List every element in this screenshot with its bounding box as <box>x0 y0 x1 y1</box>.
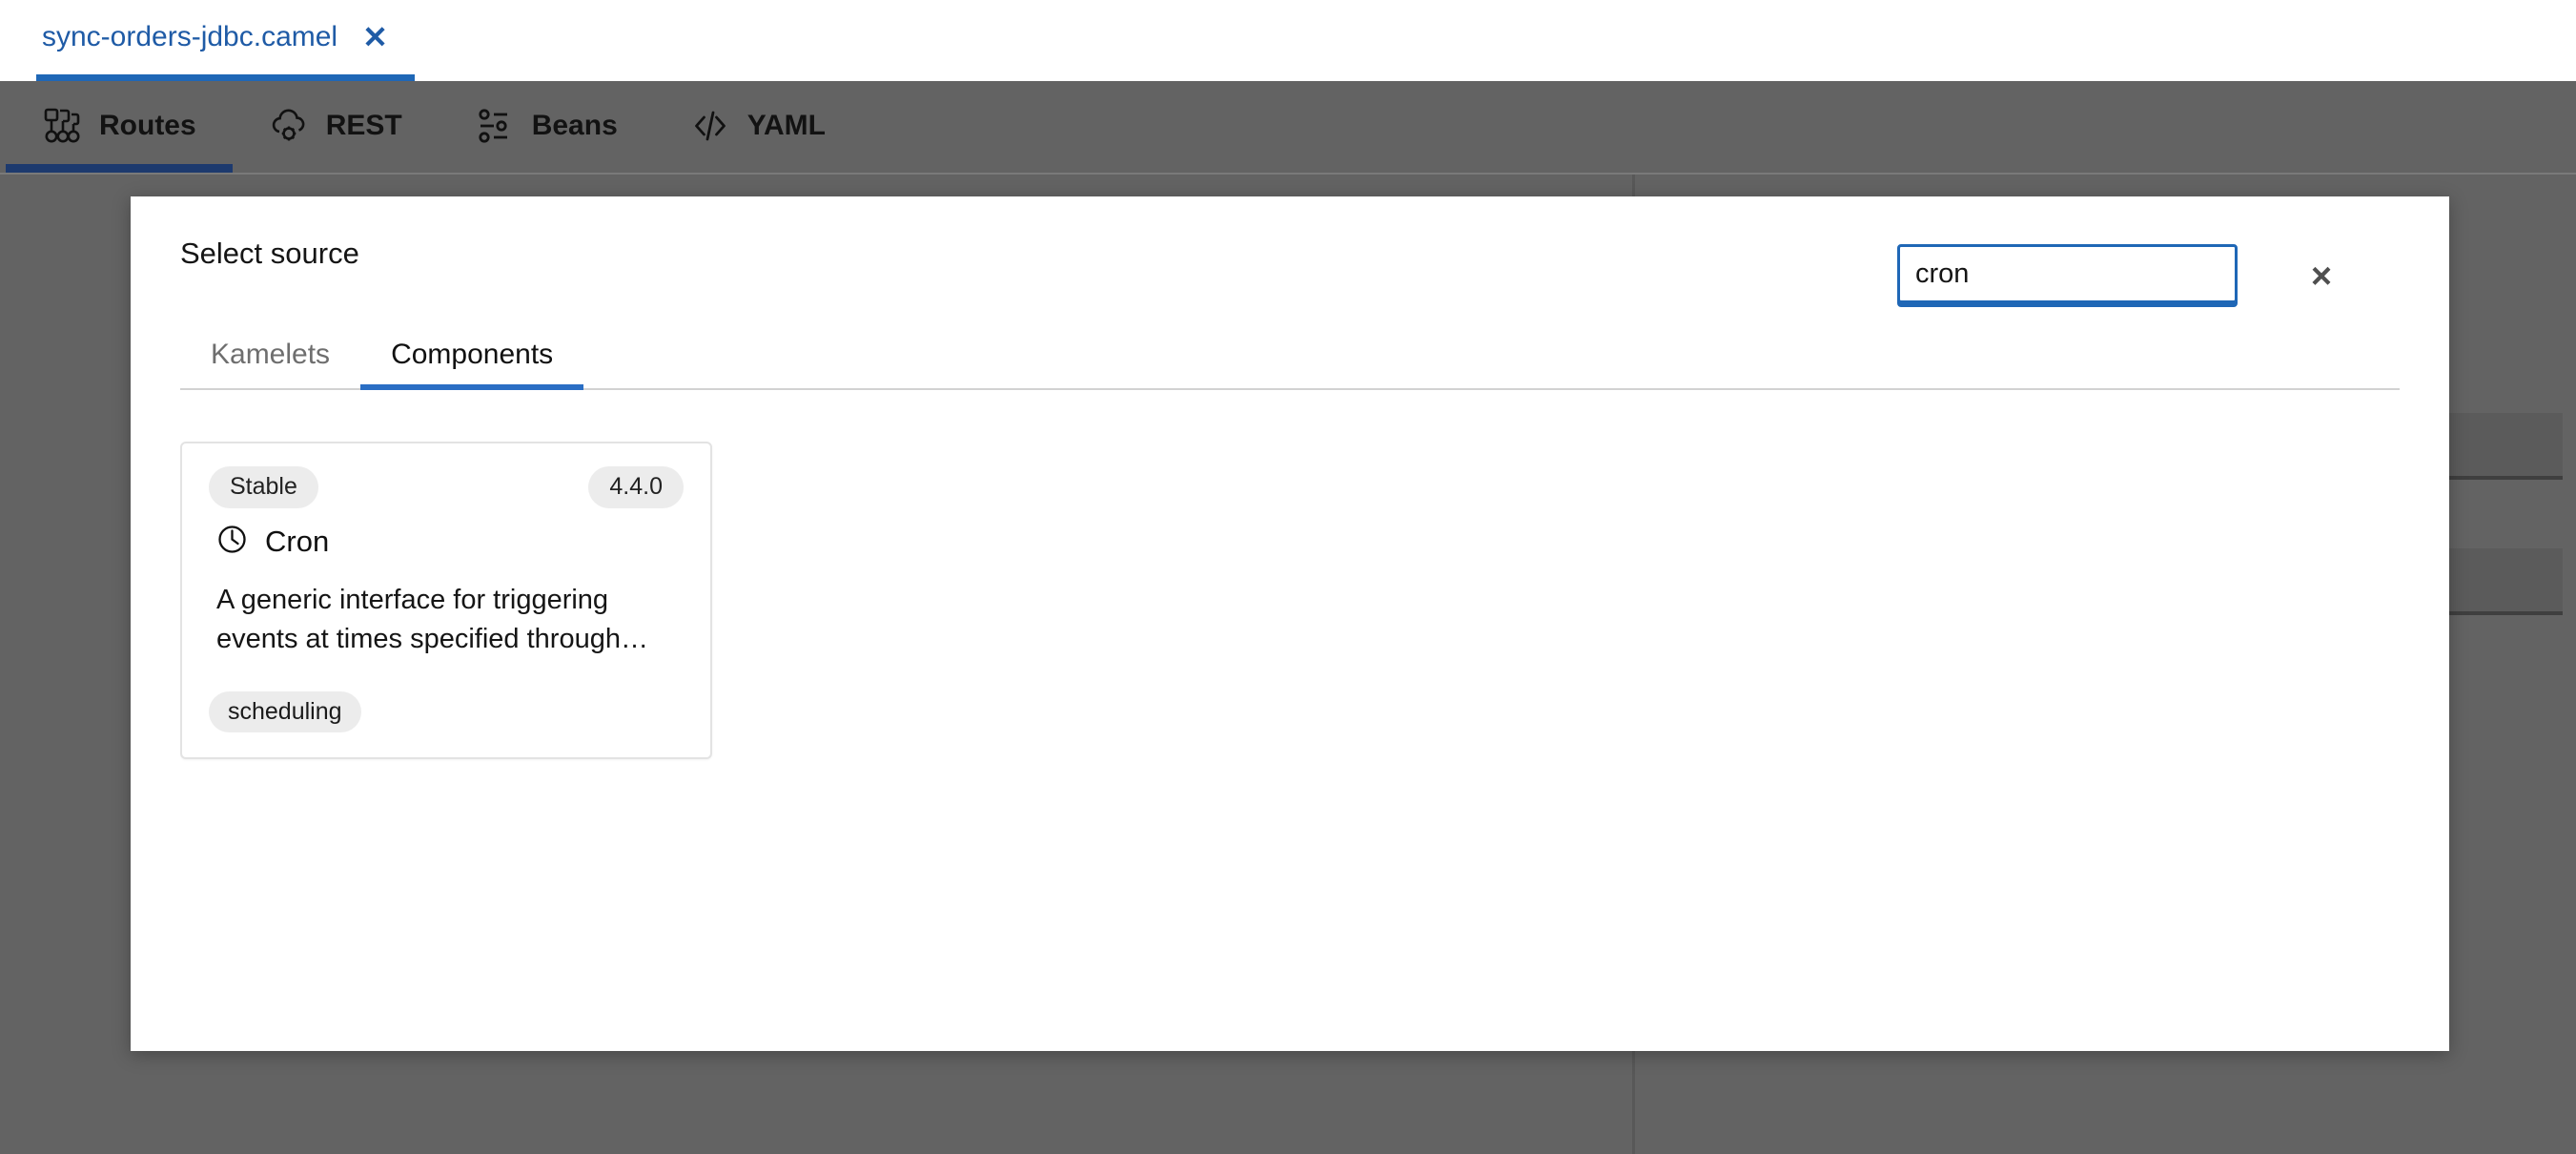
component-card-header: Stable 4.4.0 <box>209 466 684 508</box>
tab-routes-label: Routes <box>99 110 196 141</box>
component-name: Cron <box>265 524 330 558</box>
close-icon[interactable]: × <box>2300 256 2342 298</box>
component-tag: scheduling <box>209 690 361 733</box>
version-badge: 4.4.0 <box>588 466 684 508</box>
file-tab-strip: sync-orders-jdbc.camel ✕ <box>0 0 2576 81</box>
routes-graph-icon <box>42 106 82 146</box>
tab-routes[interactable]: Routes <box>6 81 233 173</box>
cloud-gear-icon <box>269 106 309 146</box>
tab-yaml[interactable]: YAML <box>654 81 862 171</box>
tab-beans-label: Beans <box>531 110 618 141</box>
app-root: sync-orders-jdbc.camel ✕ Routes REST Bea… <box>0 0 2576 1154</box>
close-icon[interactable]: ✕ <box>362 22 388 52</box>
tab-components[interactable]: Components <box>360 339 584 390</box>
tab-beans[interactable]: Beans <box>439 81 654 171</box>
component-description: A generic interface for triggering event… <box>216 584 648 654</box>
select-source-modal: Select source × Kamelets Components Stab… <box>131 196 2449 1051</box>
tab-rest-label: REST <box>325 110 402 141</box>
background-panel-card <box>2448 413 2563 480</box>
clock-icon <box>216 524 248 560</box>
code-brackets-icon <box>690 106 730 146</box>
component-tag-list: scheduling <box>209 690 684 733</box>
tab-rest[interactable]: REST <box>233 81 439 171</box>
editor-nav-bar: Routes REST Beans YAML <box>0 81 2576 175</box>
background-panel-card <box>2448 548 2563 615</box>
search-field-wrapper <box>1897 244 2238 303</box>
tab-yaml-label: YAML <box>746 110 826 141</box>
search-input[interactable] <box>1897 244 2238 303</box>
component-results-grid: Stable 4.4.0 Cron A generic interface fo… <box>180 442 2400 1028</box>
modal-tab-list: Kamelets Components <box>180 323 2400 390</box>
tab-kamelets[interactable]: Kamelets <box>180 339 360 388</box>
component-card-cron[interactable]: Stable 4.4.0 Cron A generic interface fo… <box>180 442 712 760</box>
modal-header: Select source × Kamelets Components <box>131 196 2449 390</box>
file-tab-sync-orders-jdbc[interactable]: sync-orders-jdbc.camel ✕ <box>36 0 415 81</box>
status-badge: Stable <box>209 466 318 508</box>
file-tab-label: sync-orders-jdbc.camel <box>42 21 338 52</box>
sliders-icon <box>475 106 515 146</box>
component-title-row: Cron <box>216 524 684 560</box>
